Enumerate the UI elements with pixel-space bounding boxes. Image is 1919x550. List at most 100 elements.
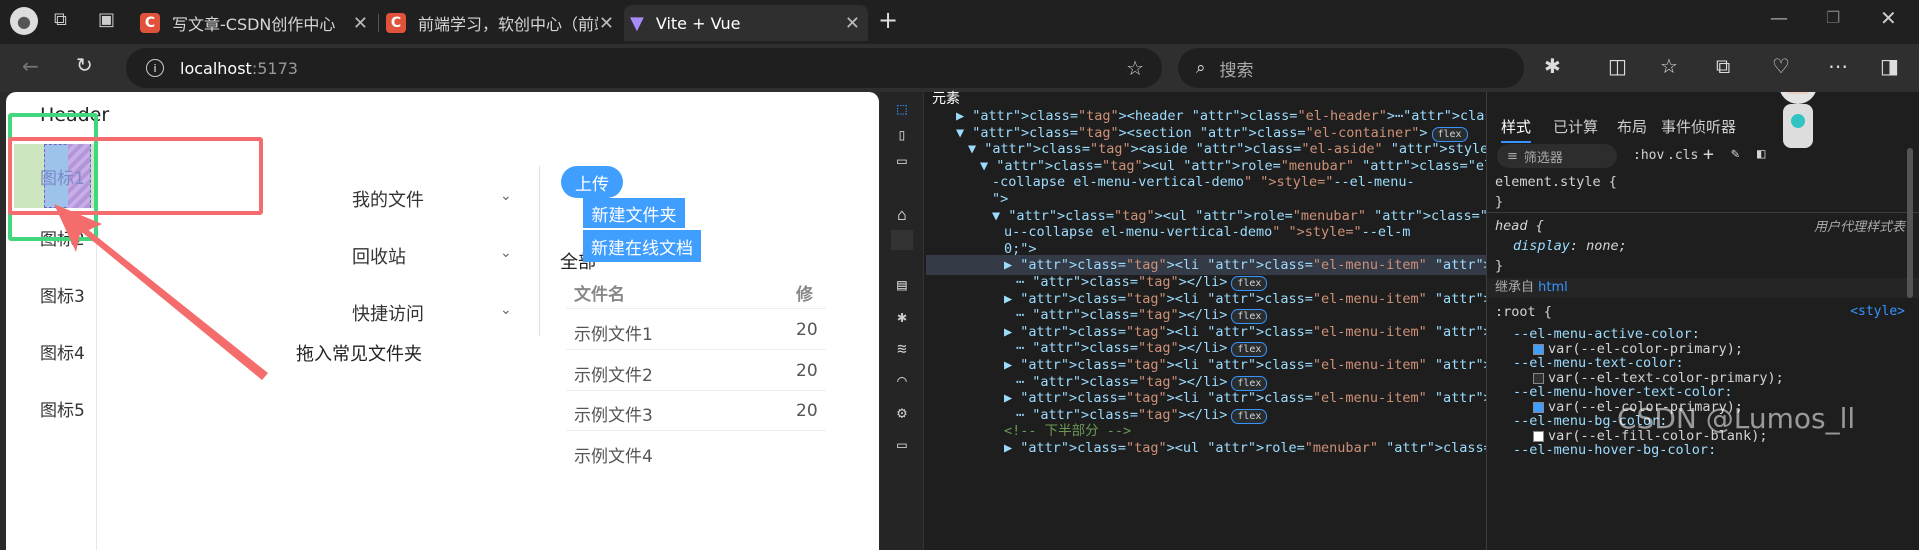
devtools-panel: ⬚ ▯ ▭ ⌂ ▤ ✱ ≋ ◠ ⚙ ▭ 元素 ▶ "attr">class="t… xyxy=(880,91,1919,550)
scrollbar[interactable] xyxy=(1907,148,1913,298)
tab-actions-icon[interactable]: ▣ xyxy=(98,9,115,30)
element-style-rule: element.style { xyxy=(1495,174,1617,190)
tab-vite-vue[interactable]: ▼ Vite + Vue ✕ xyxy=(624,5,868,41)
split-screen-icon[interactable]: ◫ xyxy=(1608,54,1627,78)
sidebar-toggle-icon[interactable]: ◨ xyxy=(1880,54,1899,78)
close-window-button[interactable]: ✕ xyxy=(1880,6,1897,30)
console-icon[interactable]: ▤ xyxy=(891,274,913,294)
chevron-down-icon[interactable]: ⌄ xyxy=(500,245,512,261)
csdn-favicon-icon: C xyxy=(386,13,406,33)
table-row-date: 20 xyxy=(796,361,818,381)
collections-icon[interactable]: ⧉ xyxy=(1716,54,1730,78)
url-bar[interactable]: i localhost:5173 ☆ xyxy=(126,48,1162,88)
style-source-link[interactable]: <style> xyxy=(1850,304,1905,319)
upload-button[interactable]: 上传 xyxy=(561,166,623,198)
mascot-image xyxy=(1753,92,1843,166)
menu-divider xyxy=(539,166,540,336)
page-viewport: Header 图标1 图标2 图标3 图标4 图标5 我的文件 ⌄ 回收站 ⌄ … xyxy=(6,92,879,550)
filter-icon: ≡ xyxy=(1507,148,1518,164)
device-toolbar-icon[interactable]: ▯ xyxy=(891,124,913,144)
new-online-doc-item[interactable]: 新建在线文档 xyxy=(583,230,701,262)
more-menu-icon[interactable]: ⋯ xyxy=(1828,54,1848,78)
elements-tree[interactable]: ▶ "attr">class="tag"><header "attr">clas… xyxy=(926,92,1486,550)
new-folder-item[interactable]: 新建文件夹 xyxy=(583,198,685,228)
table-header-name: 文件名 xyxy=(574,285,625,305)
welcome-icon[interactable]: ▭ xyxy=(891,150,913,170)
inherited-section: 继承自 html xyxy=(1487,278,1919,298)
tab-label: 写文章-CSDN创作中心 xyxy=(172,15,336,34)
favorite-star-icon[interactable]: ☆ xyxy=(1126,56,1144,80)
tab-frontend-study[interactable]: C 前端学习，软创中心（前端组）— ✕ xyxy=(386,5,622,41)
tab-styles[interactable]: 样式 xyxy=(1501,116,1532,143)
dom-node-line[interactable]: u--collapse el-menu-vertical-demo" ">sty… xyxy=(1004,222,1410,242)
flex-badge[interactable]: flex xyxy=(1231,408,1268,424)
close-tab-icon[interactable]: ✕ xyxy=(353,13,368,34)
network-icon[interactable]: ≋ xyxy=(891,338,913,358)
back-icon[interactable]: ← xyxy=(22,54,39,78)
user-agent-label: 用户代理样式表 xyxy=(1813,220,1905,235)
hov-toggle[interactable]: :hov xyxy=(1633,148,1664,163)
tab-computed[interactable]: 已计算 xyxy=(1553,116,1598,137)
chevron-down-icon[interactable]: ⌄ xyxy=(500,188,512,204)
menu-quick-access[interactable]: 快捷访问 xyxy=(352,300,424,326)
close-tab-icon[interactable]: ✕ xyxy=(845,13,860,34)
table-row-name: 示例文件2 xyxy=(574,366,653,386)
table-row-name: 示例文件1 xyxy=(574,325,653,345)
tab-label: 前端学习，软创中心（前端组）— xyxy=(418,15,598,34)
refresh-icon[interactable]: ↻ xyxy=(76,53,93,77)
filter-input[interactable]: ≡ 筛选器 xyxy=(1497,144,1617,168)
extensions-icon[interactable]: ✱ xyxy=(1544,54,1561,78)
table-row-name: 示例文件4 xyxy=(574,447,653,467)
tab-layout[interactable]: 布局 xyxy=(1617,116,1647,137)
css-variable-name[interactable]: --el-menu-hover-bg-color: xyxy=(1513,440,1716,460)
aside-item-5[interactable]: 图标5 xyxy=(40,396,85,421)
paint-icon[interactable]: ✎ xyxy=(1731,146,1739,162)
rule-divider xyxy=(1487,212,1919,213)
url-host: localhost xyxy=(180,58,252,78)
favorites-icon[interactable]: ☆ xyxy=(1660,54,1678,78)
new-rule-icon[interactable]: + xyxy=(1703,144,1714,165)
tab-event-listeners[interactable]: 事件侦听器 xyxy=(1661,116,1736,137)
devtools-activity-bar: ⬚ ▯ ▭ ⌂ ▤ ✱ ≋ ◠ ⚙ ▭ xyxy=(880,92,924,550)
root-rule: :root { xyxy=(1495,304,1552,320)
tab-label: Vite + Vue xyxy=(655,13,741,33)
settings-gear-icon[interactable]: ⚙ xyxy=(891,402,913,422)
performance-icon[interactable]: ◠ xyxy=(891,370,913,390)
table-row-name: 示例文件3 xyxy=(574,406,653,426)
dom-node-line[interactable]: ▶ "attr">class="tag"><ul "attr">role="me… xyxy=(1004,438,1486,458)
restore-button[interactable]: ❐ xyxy=(1826,8,1840,27)
minimize-button[interactable]: — xyxy=(1770,8,1788,29)
watermark: CSDN @Lumos_ll xyxy=(1617,402,1856,435)
table-header-modified: 修 xyxy=(796,285,813,305)
head-rule: head { xyxy=(1495,218,1544,234)
display-declaration[interactable]: display: none; xyxy=(1513,236,1627,256)
tab-csdn-write[interactable]: C 写文章-CSDN创作中心 ✕ xyxy=(140,5,376,41)
table-row-date: 20 xyxy=(796,320,818,340)
workspaces-icon[interactable]: ⧉ xyxy=(54,9,67,30)
close-tab-icon[interactable]: ✕ xyxy=(599,13,614,34)
browser-tab-bar: ● ⧉ ▣ C 写文章-CSDN创作中心 ✕ C 前端学习，软创中心（前端组）—… xyxy=(0,0,1919,44)
health-icon[interactable]: ♡ xyxy=(1772,54,1790,78)
dom-node-line[interactable]: -collapse el-menu-vertical-demo" ">style… xyxy=(992,172,1415,192)
site-info-icon[interactable]: i xyxy=(146,59,164,77)
inspect-icon[interactable]: ⬚ xyxy=(891,98,913,118)
vite-favicon-icon: ▼ xyxy=(630,12,644,34)
active-tool-marker xyxy=(891,230,913,250)
application-icon[interactable]: ▭ xyxy=(891,434,913,454)
new-tab-button[interactable]: + xyxy=(878,6,898,34)
menu-my-files[interactable]: 我的文件 xyxy=(352,186,424,212)
search-icon: ⌕ xyxy=(1196,58,1206,78)
url-port: :5173 xyxy=(251,58,298,78)
cls-toggle[interactable]: .cls xyxy=(1667,148,1698,163)
annotation-arrow xyxy=(54,204,268,380)
rule-close: } xyxy=(1495,194,1504,210)
search-box[interactable]: ⌕ 搜索 xyxy=(1178,48,1524,88)
elements-icon[interactable]: ⌂ xyxy=(891,204,913,224)
sources-bug-icon[interactable]: ✱ xyxy=(891,306,913,326)
chevron-down-icon[interactable]: ⌄ xyxy=(500,302,512,318)
inherited-from-link[interactable]: html xyxy=(1538,280,1568,295)
address-toolbar: ← ↻ i localhost:5173 ☆ ⌕ 搜索 ✱ ◫ ☆ ⧉ ♡ ⋯ … xyxy=(0,44,1919,92)
profile-avatar[interactable]: ● xyxy=(10,7,38,35)
table-row-date: 20 xyxy=(796,401,818,421)
menu-recycle-bin[interactable]: 回收站 xyxy=(352,243,406,269)
